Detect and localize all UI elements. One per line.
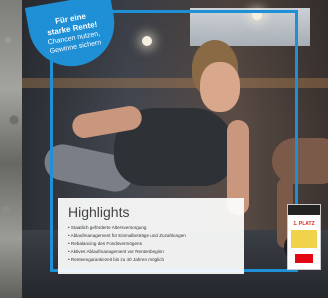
list-item: Staatlich geförderte Altersversorgung [68,224,234,232]
seal-place: 1. PLATZ [293,221,315,227]
highlights-panel: Highlights Staatlich geförderte Altersve… [58,198,244,274]
list-item: Renteengarantiezeit bis zu 40 Jahren mög… [68,256,234,264]
stone-edge [0,0,22,298]
highlights-list: Staatlich geförderte Altersversorgung Ab… [68,224,234,264]
seal-logo [295,254,313,263]
award-seal: 1. PLATZ [287,204,321,270]
list-item: Ablaufmanagement für Einmalbeiträge und … [68,232,234,240]
ad-image: Für eine starke Rente! Chancen nutzen, G… [0,0,328,298]
seal-header [288,205,320,215]
list-item: Aktives Ablaufmanagement vor Rentenbegin… [68,248,234,256]
list-item: Rebalancing des Fondsvermögens [68,240,234,248]
seal-bar [291,230,317,248]
highlights-title: Highlights [68,204,130,220]
